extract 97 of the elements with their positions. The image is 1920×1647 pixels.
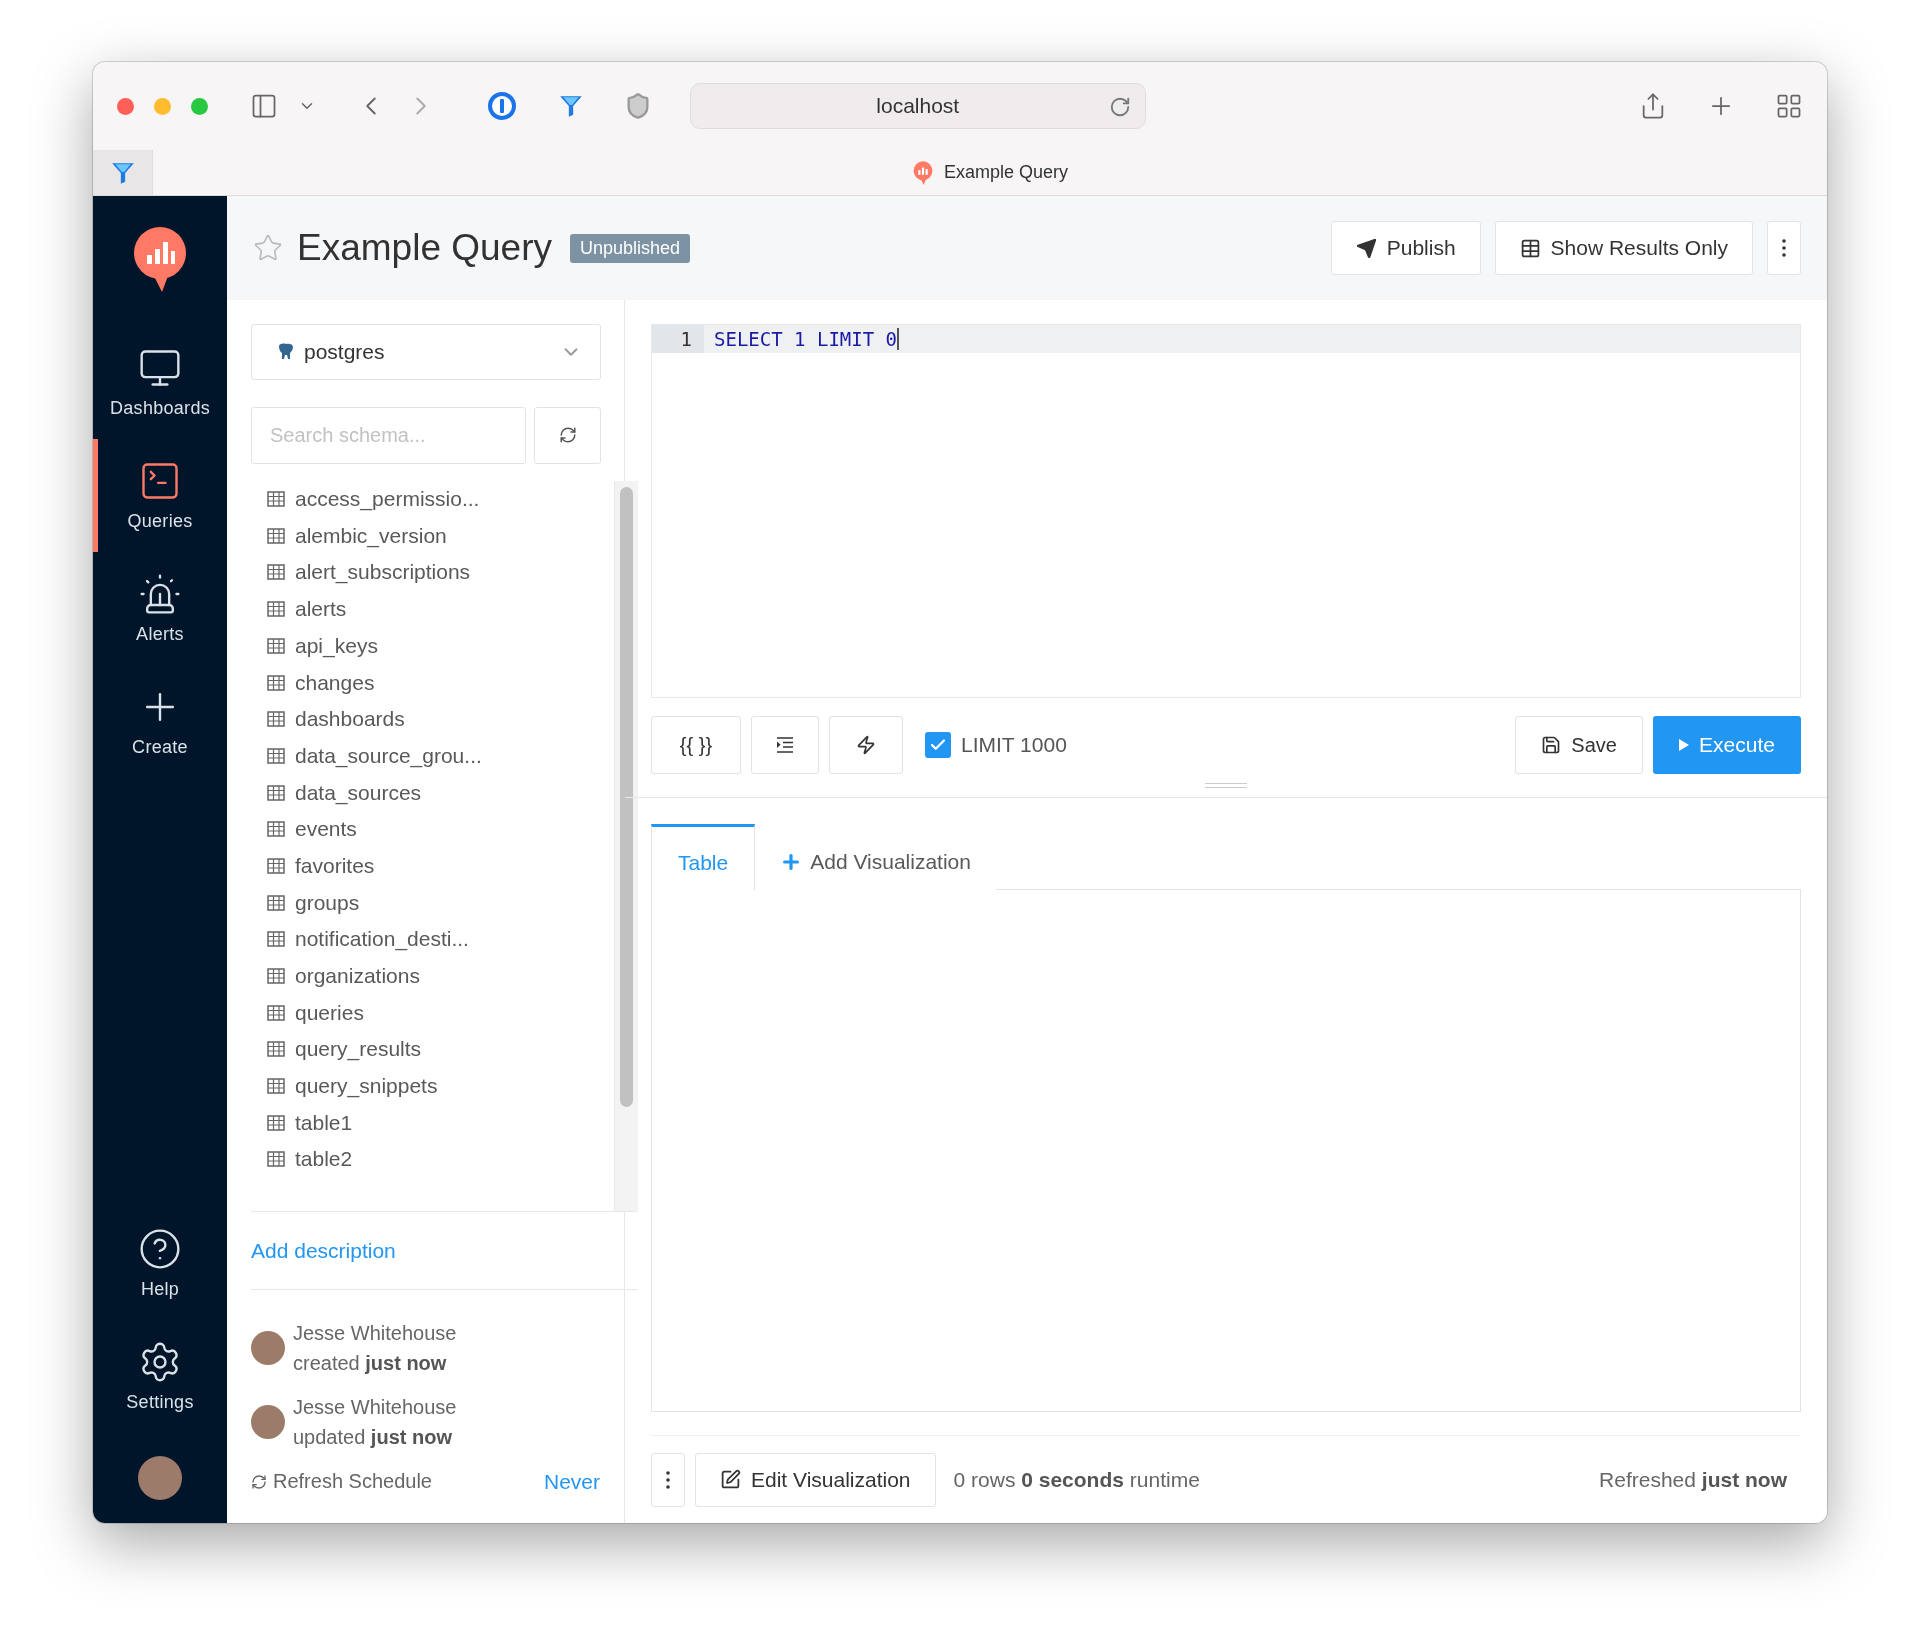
nav-item[interactable]: Alerts: [93, 552, 227, 665]
show-results-button[interactable]: Show Results Only: [1494, 221, 1753, 275]
table-icon: [267, 968, 285, 985]
more-icon: [1782, 239, 1786, 257]
send-icon: [1355, 237, 1377, 259]
schema-table-item[interactable]: table2: [267, 1141, 614, 1178]
siren-icon: [138, 572, 182, 616]
table-icon: [267, 564, 285, 581]
refresh-schedule-label: Refresh Schedule: [251, 1470, 432, 1494]
table-icon: [267, 527, 285, 544]
table-icon: [267, 1078, 285, 1095]
table-icon: [267, 858, 285, 874]
table-icon: [267, 784, 285, 801]
maximize-window-button[interactable]: [191, 97, 208, 115]
limit-checkbox[interactable]: [925, 732, 951, 758]
table-icon: [267, 674, 285, 691]
schema-table-item[interactable]: notification_desti...: [267, 921, 614, 958]
table-icon: [1519, 237, 1541, 259]
schema-table-item[interactable]: events: [267, 810, 614, 848]
format-button[interactable]: [751, 716, 819, 774]
nav-item[interactable]: Create: [93, 665, 227, 778]
refreshed-time: Refreshed just now: [1599, 1467, 1788, 1492]
table-icon: [267, 711, 285, 728]
schema-table-item[interactable]: query_results: [267, 1031, 614, 1068]
schema-table-item[interactable]: data_source_grou...: [267, 737, 614, 775]
schema-table-item[interactable]: dashboards: [267, 700, 614, 738]
schema-table-item[interactable]: access_permissio...: [267, 480, 614, 518]
reload-icon[interactable]: [1108, 96, 1131, 118]
search-schema-field[interactable]: Search schema...: [251, 406, 526, 464]
lightning-icon: [856, 735, 876, 755]
tab-overview-icon[interactable]: [1775, 92, 1803, 120]
code-editor[interactable]: 1 SELECT 1 LIMIT 0: [651, 324, 1801, 698]
password-manager-icon[interactable]: [486, 90, 518, 122]
address-bar[interactable]: localhost: [690, 83, 1146, 129]
activity-text: Jesse Whitehouse updated just now: [293, 1395, 457, 1451]
data-source-select[interactable]: postgres: [251, 324, 601, 380]
play-icon: [1679, 739, 1690, 751]
limit-label: LIMIT 1000: [961, 733, 1067, 757]
app-logo[interactable]: [132, 226, 188, 292]
table-icon: [267, 931, 285, 948]
table-icon: [267, 1114, 285, 1131]
user-avatar: [251, 1405, 285, 1440]
schema-table-item[interactable]: data_sources: [267, 774, 614, 811]
refresh-schema-button[interactable]: [534, 406, 601, 464]
schema-table-item[interactable]: organizations: [267, 957, 614, 995]
refresh-icon: [251, 1473, 267, 1490]
table-icon: [267, 601, 285, 618]
schema-table-item[interactable]: api_keys: [267, 627, 614, 665]
funnel-icon[interactable]: [558, 93, 584, 119]
more-icon: [666, 1470, 670, 1489]
table-icon: [267, 637, 285, 654]
resize-handle[interactable]: [1205, 783, 1247, 788]
pinned-tab[interactable]: [93, 150, 153, 195]
nav-item[interactable]: Dashboards: [93, 326, 227, 439]
activity-text: Jesse Whitehouse created just now: [293, 1321, 457, 1377]
scrollbar[interactable]: [614, 480, 638, 1212]
code-line: SELECT 1 LIMIT 0: [704, 328, 900, 350]
table-icon: [267, 1041, 285, 1058]
user-avatar[interactable]: [138, 1456, 182, 1500]
status-badge: Unpublished: [570, 233, 691, 263]
schema-table-item[interactable]: alembic_version: [267, 517, 614, 555]
close-window-button[interactable]: [117, 97, 134, 115]
line-number: 1: [652, 325, 704, 353]
schema-table-item[interactable]: alert_subscriptions: [267, 554, 614, 591]
edit-icon: [720, 1469, 741, 1490]
schema-table-item[interactable]: favorites: [267, 847, 614, 885]
star-icon[interactable]: [253, 233, 283, 263]
browser-tab[interactable]: Example Query: [153, 150, 1827, 195]
help-icon: [138, 1227, 182, 1271]
parameter-button[interactable]: {{ }}: [651, 716, 741, 774]
table-icon: [267, 747, 285, 764]
autocomplete-button[interactable]: [829, 716, 903, 774]
save-button[interactable]: Save: [1515, 716, 1644, 774]
query-title: Example Query: [297, 227, 552, 269]
query-stats: 0 rows 0 seconds runtime: [953, 1467, 1200, 1492]
user-avatar: [251, 1331, 285, 1366]
schema-table-item[interactable]: queries: [267, 994, 614, 1032]
table-icon: [267, 821, 285, 838]
sidebar-icon[interactable]: [250, 92, 278, 120]
nav-item[interactable]: Help: [93, 1207, 227, 1320]
schema-table-item[interactable]: table1: [267, 1104, 614, 1142]
table-icon: [267, 894, 285, 911]
app-logo-icon: [911, 160, 934, 185]
table-icon: [267, 491, 285, 508]
refresh-icon: [558, 426, 577, 445]
schema-table-item[interactable]: groups: [267, 884, 614, 921]
publish-button[interactable]: Publish: [1330, 221, 1481, 275]
nav-item[interactable]: Queries: [93, 439, 227, 552]
schema-table-item[interactable]: changes: [267, 664, 614, 701]
edit-visualization-button[interactable]: Edit Visualization: [695, 1452, 936, 1507]
indent-icon: [775, 736, 795, 754]
table-icon: [267, 1151, 285, 1168]
schema-table-item[interactable]: query_snippets: [267, 1067, 614, 1105]
schema-table-item[interactable]: alerts: [267, 590, 614, 628]
nav-item[interactable]: Settings: [93, 1320, 227, 1433]
table-icon: [267, 1004, 285, 1021]
save-icon: [1541, 735, 1562, 755]
